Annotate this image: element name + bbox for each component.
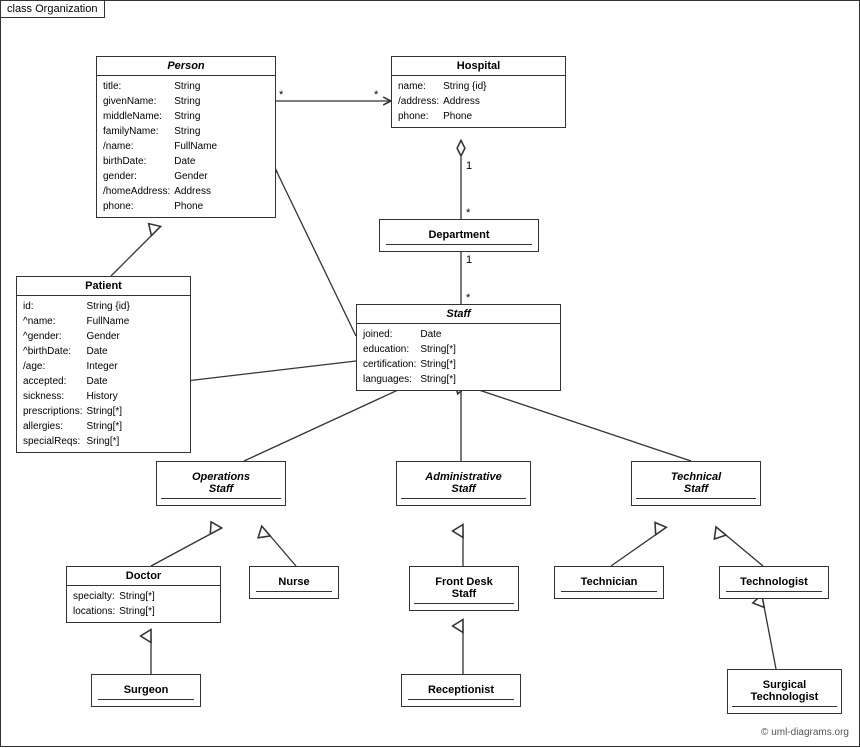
doctor-body: specialty:String[*] locations:String[*] xyxy=(67,586,220,622)
patient-class: Patient id:String {id} ^name:FullName ^g… xyxy=(16,276,191,453)
svg-text:*: * xyxy=(279,89,284,101)
technical-staff-header: TechnicalStaff xyxy=(636,468,756,499)
patient-header: Patient xyxy=(17,277,190,296)
technologist-header: Technologist xyxy=(726,573,822,592)
technical-staff-class: TechnicalStaff xyxy=(631,461,761,506)
watermark: © uml-diagrams.org xyxy=(761,727,849,738)
patient-body: id:String {id} ^name:FullName ^gender:Ge… xyxy=(17,296,190,452)
administrative-staff-class: AdministrativeStaff xyxy=(396,461,531,506)
surgeon-header: Surgeon xyxy=(98,681,194,700)
surgical-technologist-header: SurgicalTechnologist xyxy=(732,676,837,707)
staff-header: Staff xyxy=(357,305,560,324)
hospital-header: Hospital xyxy=(392,57,565,76)
technologist-class: Technologist xyxy=(719,566,829,599)
department-class: Department xyxy=(379,219,539,252)
surgical-technologist-class: SurgicalTechnologist xyxy=(727,669,842,714)
svg-text:*: * xyxy=(374,89,379,101)
hospital-class: Hospital name:String {id} /address:Addre… xyxy=(391,56,566,128)
nurse-header: Nurse xyxy=(256,573,332,592)
doctor-class: Doctor specialty:String[*] locations:Str… xyxy=(66,566,221,623)
front-desk-staff-header: Front DeskStaff xyxy=(414,573,514,604)
receptionist-class: Receptionist xyxy=(401,674,521,707)
person-body: title:String givenName:String middleName… xyxy=(97,76,275,217)
operations-staff-class: OperationsStaff xyxy=(156,461,286,506)
svg-text:*: * xyxy=(466,207,471,219)
svg-text:1: 1 xyxy=(466,254,472,266)
technician-header: Technician xyxy=(561,573,657,592)
hospital-body: name:String {id} /address:Address phone:… xyxy=(392,76,565,127)
administrative-staff-header: AdministrativeStaff xyxy=(401,468,526,499)
operations-staff-header: OperationsStaff xyxy=(161,468,281,499)
diagram-title: class Organization xyxy=(1,1,105,18)
svg-text:1: 1 xyxy=(466,160,472,172)
staff-body: joined:Date education:String[*] certific… xyxy=(357,324,560,390)
nurse-class: Nurse xyxy=(249,566,339,599)
svg-text:*: * xyxy=(466,292,471,304)
person-class: Person title:String givenName:String mid… xyxy=(96,56,276,218)
diagram-container: class Organization * * * 1 xyxy=(0,0,860,747)
receptionist-header: Receptionist xyxy=(408,681,514,700)
doctor-header: Doctor xyxy=(67,567,220,586)
staff-class: Staff joined:Date education:String[*] ce… xyxy=(356,304,561,391)
front-desk-staff-class: Front DeskStaff xyxy=(409,566,519,611)
department-header: Department xyxy=(386,226,532,245)
surgeon-class: Surgeon xyxy=(91,674,201,707)
technician-class: Technician xyxy=(554,566,664,599)
person-header: Person xyxy=(97,57,275,76)
